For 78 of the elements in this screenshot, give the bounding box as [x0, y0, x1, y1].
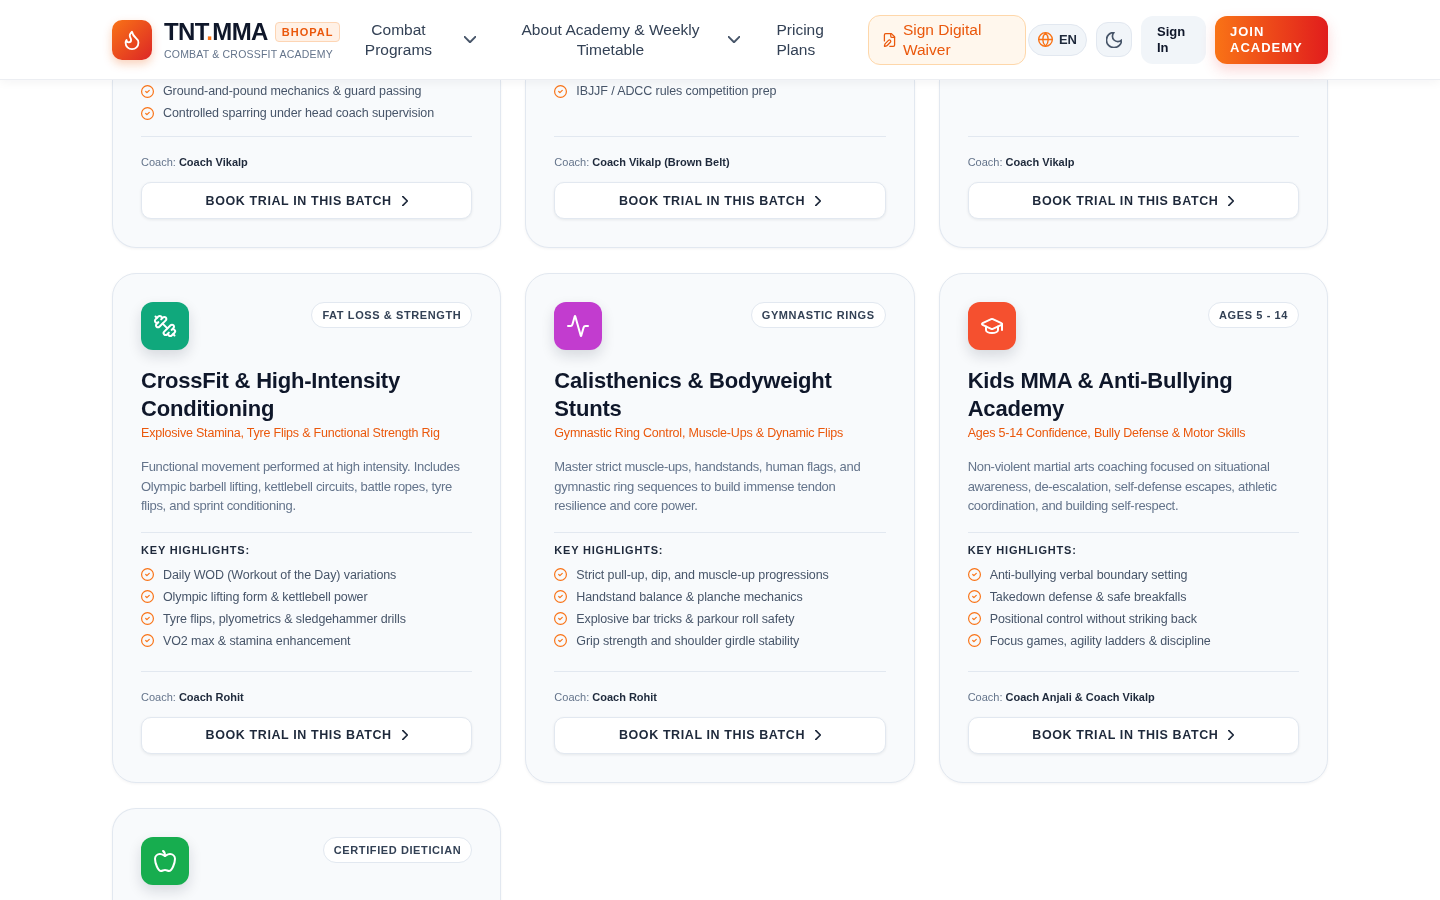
book-trial-button[interactable]: BOOK TRIAL IN THIS BATCH [967, 716, 1299, 754]
check-circle-icon [554, 84, 568, 98]
language-button[interactable]: EN [1027, 23, 1087, 56]
highlights-heading: KEY HIGHLIGHTS: [141, 542, 251, 557]
program-description: Master strict muscle-ups, handstands, human flags, and gymnastic ring sequences to build immense tendon resilience and core power. [554, 458, 862, 515]
highlights-heading: KEY HIGHLIGHTS: [967, 542, 1078, 557]
book-trial-button[interactable]: BOOK TRIAL IN THIS BATCH [967, 182, 1299, 219]
check-circle-icon [554, 634, 568, 647]
program-title: Kids MMA & Anti-Bullying Academy [967, 367, 1234, 423]
coach-line: Coach: Coach Rohit [141, 689, 245, 705]
highlight-text: Positional control without striking back [989, 610, 1197, 628]
highlight-text: Takedown defense & safe breakfalls [989, 588, 1187, 606]
check-circle-icon [141, 106, 154, 120]
highlight-text: Ground-and-pound mechanics & guard passing [163, 83, 422, 100]
highlight-text: Handstand balance & planche mechanics [576, 588, 803, 606]
category-badge: CERTIFIED DIETICIAN [322, 836, 473, 863]
check-circle-icon [967, 590, 981, 603]
highlight-text: Anti-bullying verbal boundary setting [989, 566, 1188, 584]
check-circle-icon [141, 568, 154, 581]
coach-line: Coach: Coach Rohit [554, 689, 659, 705]
program-title: CrossFit & High-Intensity Conditioning [141, 367, 401, 423]
program-title: Calisthenics & Bodyweight Stunts [554, 367, 833, 423]
book-trial-button[interactable]: BOOK TRIAL IN THIS BATCH [141, 182, 473, 219]
chevron-right-icon [401, 195, 408, 206]
program-subtitle: Gymnastic Ring Control, Muscle-Ups & Dynamic Flips [554, 425, 845, 442]
nav-item[interactable]: About Academy & Weekly Timetable [512, 15, 741, 64]
check-circle-icon [141, 634, 154, 647]
highlight-text: Olympic lifting form & kettlebell power [163, 588, 368, 606]
chevron-right-icon [815, 195, 822, 206]
city-badge: BHOPAL [274, 21, 341, 42]
document-pen-icon [882, 32, 896, 47]
highlight-text: Focus games, agility ladders & discipline [989, 632, 1211, 650]
category-badge: AGES 5 - 14 [1208, 302, 1299, 328]
check-circle-icon [554, 590, 568, 603]
highlight-text: Tyre flips, plyometrics & sledgehammer drills [163, 610, 406, 628]
book-trial-button[interactable]: BOOK TRIAL IN THIS BATCH [554, 716, 886, 754]
check-circle-icon [141, 612, 154, 625]
chevron-right-icon [401, 730, 408, 740]
program-description: Non-violent martial arts coaching focused on situational awareness, de-escalation, self-defense escapes, athletic coordination, and building self-respect. [967, 458, 1278, 515]
check-circle-icon [967, 612, 981, 625]
highlight-text: VO2 max & stamina enhancement [163, 632, 351, 650]
highlight-text: Grip strength and shoulder girdle stability [576, 632, 800, 650]
sign-in-button[interactable]: Sign In [1141, 15, 1206, 64]
check-circle-icon [967, 634, 981, 647]
check-circle-icon [554, 612, 568, 625]
program-description: Functional movement performed at high intensity. Includes Olympic barbell lifting, kettlebell circuits, battle ropes, tyre flips, and sprint conditioning. [141, 458, 461, 515]
check-circle-icon [554, 568, 568, 581]
highlight-text: Daily WOD (Workout of the Day) variations [163, 566, 397, 584]
check-circle-icon [967, 568, 981, 581]
book-trial-button[interactable]: BOOK TRIAL IN THIS BATCH [141, 716, 473, 754]
join-academy-button[interactable]: JOIN ACADEMY [1215, 15, 1328, 64]
brand-name[interactable]: TNT.MMA [164, 18, 268, 45]
coach-line: Coach: Coach Vikalp [141, 155, 249, 170]
brand-tagline: COMBAT & CROSSFIT ACADEMY [164, 47, 334, 61]
highlights-heading: KEY HIGHLIGHTS: [554, 542, 665, 557]
coach-line: Coach: Coach Vikalp [967, 155, 1076, 170]
highlight-text: Explosive bar tricks & parkour roll safety [576, 610, 795, 628]
coach-line: Coach: Coach Anjali & Coach Vikalp [967, 689, 1156, 705]
flame-icon[interactable] [112, 19, 152, 60]
category-badge: GYMNASTIC RINGS [750, 302, 886, 328]
category-badge: FAT LOSS & STRENGTH [311, 302, 473, 328]
check-circle-icon [141, 590, 154, 603]
program-subtitle: Explosive Stamina, Tyre Flips & Functional Strength Rig [141, 425, 441, 442]
nav-item[interactable]: Combat Programs [352, 15, 477, 64]
book-trial-button[interactable]: BOOK TRIAL IN THIS BATCH [554, 182, 886, 219]
chevron-right-icon [815, 730, 822, 740]
highlight-text: Controlled sparring under head coach supervision [163, 105, 435, 122]
program-subtitle: Ages 5-14 Confidence, Bully Defense & Motor Skills [967, 425, 1247, 442]
nav-item[interactable]: Pricing Plans [776, 15, 835, 64]
theme-toggle-button[interactable] [1096, 22, 1132, 57]
highlight-text: IBJJF / ADCC rules competition prep [576, 83, 777, 100]
moon-icon [1106, 31, 1122, 48]
chevron-right-icon [1228, 730, 1235, 740]
highlight-text: Strict pull-up, dip, and muscle-up progressions [576, 566, 829, 584]
globe-icon [1037, 32, 1053, 47]
chevron-right-icon [1228, 195, 1235, 206]
coach-line: Coach: Coach Vikalp (Brown Belt) [554, 155, 731, 170]
check-circle-icon [141, 84, 154, 98]
